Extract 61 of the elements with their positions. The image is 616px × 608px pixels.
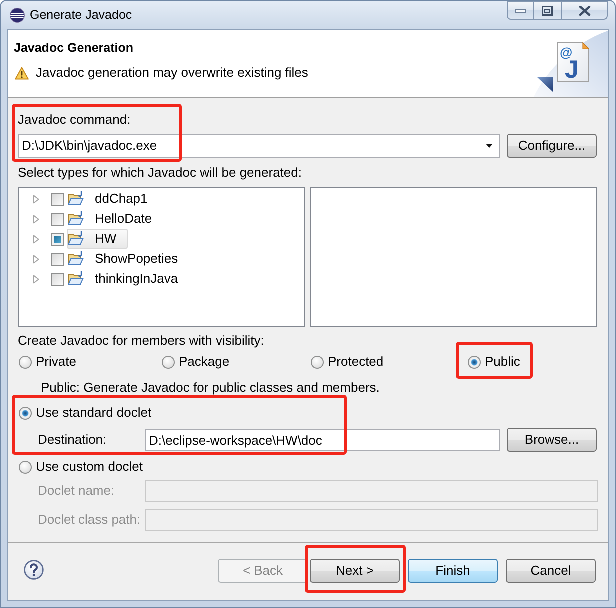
- caret-icon[interactable]: [33, 214, 40, 224]
- finish-button[interactable]: Finish: [408, 559, 498, 583]
- help-icon[interactable]: [24, 560, 44, 580]
- minimize-button[interactable]: [507, 1, 534, 20]
- folder-icon: [68, 231, 84, 247]
- browse-button[interactable]: Browse...: [507, 428, 597, 452]
- folder-icon: [68, 271, 84, 287]
- command-combo[interactable]: D:\JDK\bin\javadoc.exe: [18, 134, 500, 158]
- types-label: Select types for which Javadoc will be generated:: [18, 165, 303, 181]
- radio-button[interactable]: [162, 356, 175, 368]
- radio-button[interactable]: [19, 460, 32, 474]
- folder-icon: [68, 251, 84, 267]
- tree-item[interactable]: thinkingInJava: [67, 269, 190, 289]
- maximize-button[interactable]: [534, 1, 562, 20]
- radio-label: Use standard doclet: [36, 405, 152, 421]
- field-label: Doclet name:: [38, 483, 116, 499]
- caret-icon[interactable]: [33, 274, 40, 284]
- folder-icon: [68, 191, 84, 207]
- radio-label: Use custom doclet: [36, 459, 143, 475]
- list-box[interactable]: [310, 187, 597, 327]
- dropdown-arrow-icon: [486, 144, 493, 148]
- page-title: Javadoc Generation: [14, 40, 134, 56]
- radio-button[interactable]: [19, 356, 32, 368]
- javadoc-banner-drawing: @ J: [534, 30, 608, 97]
- caret-icon[interactable]: [33, 254, 40, 264]
- destination-field[interactable]: D:\eclipse-workspace\HW\doc: [145, 429, 500, 451]
- checkbox[interactable]: [51, 212, 64, 226]
- tree-item[interactable]: ddChap1: [67, 189, 159, 209]
- radio-label: Protected: [328, 354, 384, 370]
- tree-item[interactable]: HW: [67, 229, 128, 249]
- field-label: Doclet class path:: [38, 512, 142, 528]
- caret-icon[interactable]: [33, 194, 40, 204]
- checkbox[interactable]: [51, 232, 64, 246]
- checkbox[interactable]: [51, 192, 64, 206]
- maximize-icon: [542, 6, 553, 16]
- tree-item[interactable]: HelloDate: [67, 209, 164, 229]
- radio-button[interactable]: [311, 356, 324, 368]
- checkbox[interactable]: [51, 272, 64, 286]
- radio-button[interactable]: [468, 356, 481, 368]
- window-title: Generate Javadoc: [30, 7, 132, 23]
- checkbox[interactable]: [51, 252, 64, 266]
- warning-message: Javadoc generation may overwrite existing files: [36, 65, 308, 81]
- radio-label: Package: [179, 354, 230, 370]
- folder-icon: [68, 211, 84, 227]
- app-icon: [10, 8, 25, 23]
- configure-button[interactable]: Configure...: [507, 134, 597, 158]
- caret-icon[interactable]: [33, 234, 40, 244]
- tree-item[interactable]: ShowPopeties: [67, 249, 190, 269]
- minimize-icon: [515, 8, 526, 12]
- radio-label: Public: [485, 354, 520, 370]
- command-label: Javadoc command:: [18, 112, 132, 128]
- close-icon: [578, 6, 590, 16]
- visibility-label: Create Javadoc for members with visibility:: [18, 333, 266, 349]
- warning-icon: [15, 66, 29, 80]
- description-text: Public: Generate Javadoc for public classes and members.: [41, 380, 381, 396]
- close-button[interactable]: [562, 1, 608, 20]
- destination-label: Destination:: [38, 432, 108, 448]
- cancel-button[interactable]: Cancel: [506, 559, 596, 583]
- radio-label: Private: [36, 354, 76, 370]
- radio-button[interactable]: [19, 406, 32, 420]
- next-button[interactable]: Next >: [310, 559, 400, 583]
